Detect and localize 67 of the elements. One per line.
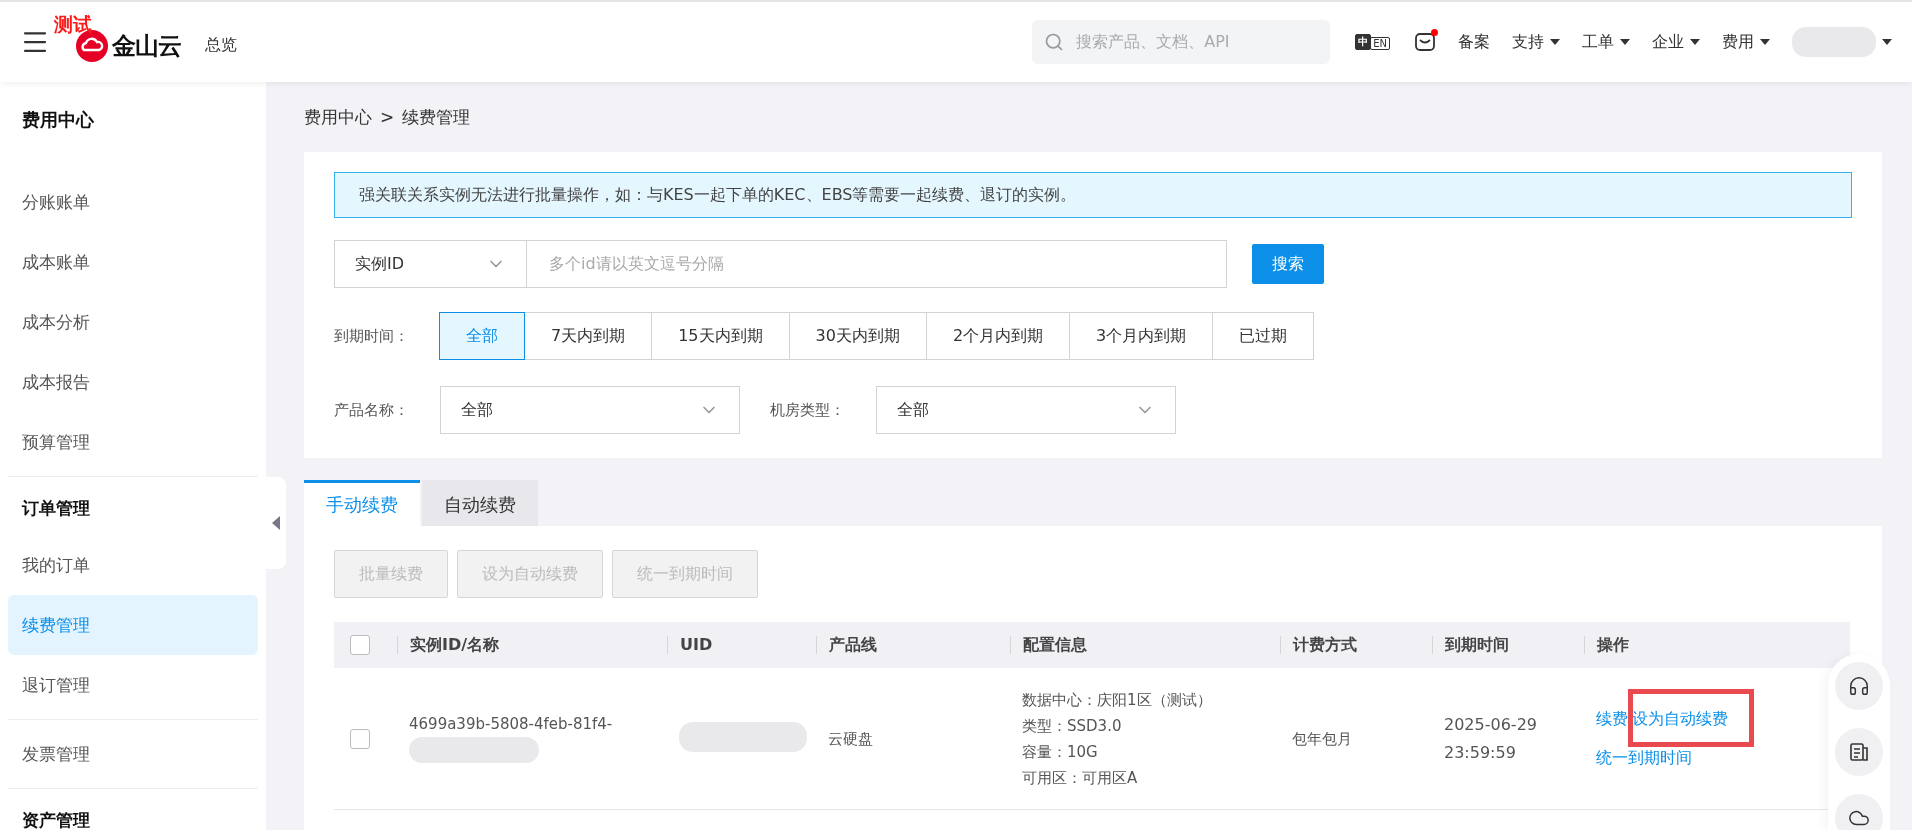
column-header: 计费方式 <box>1280 636 1432 654</box>
expiry-option[interactable]: 已过期 <box>1212 312 1315 360</box>
table-cell-text: 数据中心：庆阳1区（测试） <box>1021 689 1213 711</box>
column-header: 实例ID/名称 <box>397 636 667 654</box>
sidebar-title: 费用中心 <box>21 108 95 132</box>
table-cell-text: 类型：SSD3.0 <box>1021 715 1123 737</box>
expiry-option[interactable]: 30天内到期 <box>788 312 927 360</box>
cloud-icon[interactable] <box>1835 794 1883 830</box>
dropdown-select[interactable]: 全部 <box>876 386 1176 434</box>
column-header: 操作 <box>1584 636 1850 654</box>
sidebar-item[interactable]: 成本分析 <box>8 292 258 352</box>
table-cell-text: 4699a39b-5808-4feb-81f4- <box>409 713 614 735</box>
table-cell-text: 2025-06-29 <box>1443 713 1538 736</box>
sidebar-heading: 订单管理 <box>20 496 91 520</box>
operation-link[interactable]: 设为自动续费 <box>1632 708 1728 728</box>
sidebar-heading: 资产管理 <box>21 808 91 830</box>
table-cell-text: 云硬盘 <box>827 728 874 750</box>
search-icon <box>1044 32 1065 52</box>
breadcrumb-separator: > <box>380 107 395 127</box>
language-option[interactable]: 中 <box>1355 34 1372 50</box>
breadcrumb-link[interactable]: 费用中心 <box>304 105 372 129</box>
sidebar-item[interactable]: 退订管理 <box>8 655 258 715</box>
support-icon[interactable] <box>1835 662 1883 710</box>
tab[interactable]: 手动续费 <box>304 480 420 526</box>
expiry-option[interactable]: 3个月内到期 <box>1069 312 1214 360</box>
checkbox[interactable] <box>350 635 370 655</box>
table-cell-text: 可用区：可用区A <box>1021 767 1139 789</box>
sidebar-item[interactable]: 成本账单 <box>8 232 258 292</box>
nav-menu[interactable]: 工单 <box>1582 31 1630 53</box>
column-header: 配置信息 <box>1010 636 1280 654</box>
language-option[interactable]: EN <box>1370 37 1390 50</box>
filter-label: 产品名称： <box>334 400 410 420</box>
column-header: 到期时间 <box>1432 636 1584 654</box>
column-header: 产品线 <box>816 636 1010 654</box>
sidebar-item[interactable]: 分账账单 <box>8 172 258 232</box>
sidebar-item[interactable]: 预算管理 <box>8 412 258 472</box>
expiry-option[interactable]: 7天内到期 <box>524 312 653 360</box>
field-select[interactable]: 实例ID <box>334 240 527 288</box>
sidebar-item[interactable]: 我的订单 <box>8 535 258 595</box>
tab[interactable]: 自动续费 <box>422 480 538 526</box>
table-cell-text: 23:59:59 <box>1443 741 1517 764</box>
operation-link[interactable]: 续费 <box>1596 708 1628 728</box>
table-cell-text: 包年包月 <box>1291 728 1353 750</box>
nav-menu[interactable]: 费用 <box>1722 31 1770 53</box>
message-icon[interactable] <box>1414 31 1436 53</box>
breadcrumb-current: 续费管理 <box>402 105 471 129</box>
operation-link[interactable]: 统一到期时间 <box>1596 747 1692 767</box>
collapse-handle[interactable] <box>266 477 286 569</box>
sidebar-item[interactable]: 发票管理 <box>8 724 258 784</box>
caret-icon[interactable] <box>1882 39 1892 45</box>
sidebar-item[interactable]: 成本报告 <box>8 352 258 412</box>
filter-label: 到期时间： <box>334 326 410 346</box>
checkbox[interactable] <box>350 728 370 749</box>
dropdown-select[interactable]: 全部 <box>440 386 740 434</box>
notice-text: 强关联关系实例无法进行批量操作，如：与KES一起下单的KEC、EBS等需要一起续费、退订的实例。 <box>334 172 1852 218</box>
nav-menu[interactable]: 备案 <box>1458 31 1490 53</box>
expiry-option[interactable]: 2个月内到期 <box>925 312 1071 360</box>
table-cell-text: 容量：10G <box>1021 741 1099 763</box>
overview-link[interactable]: 总览 <box>205 34 237 56</box>
expiry-option[interactable]: 15天内到期 <box>651 312 790 360</box>
filter-label: 机房类型： <box>770 400 846 420</box>
document-icon[interactable] <box>1835 728 1883 776</box>
test-label: 测试 <box>54 12 92 37</box>
nav-menu[interactable]: 企业 <box>1652 31 1700 53</box>
nav-menu[interactable]: 支持 <box>1512 31 1560 53</box>
column-header: UID <box>667 636 816 654</box>
logo-text[interactable]: 金山云 <box>112 30 181 62</box>
